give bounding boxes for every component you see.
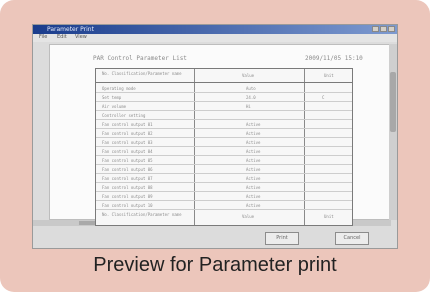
parameter-table: No. Classification/Parameter name Value …	[95, 68, 353, 226]
cell-name: Air volume	[102, 104, 127, 109]
cell-value: 24.0	[246, 95, 256, 100]
preview-card: Parameter Print File Edit View PAR Contr…	[0, 0, 430, 292]
cell-name: Fan control output 06	[102, 167, 153, 172]
header-divider	[96, 82, 352, 83]
row-divider	[96, 200, 352, 201]
button-bar: Print Cancel	[33, 226, 397, 248]
cell-value: Hi	[246, 104, 251, 109]
row-divider	[96, 110, 352, 111]
footer-unit: Unit	[324, 214, 334, 219]
footer-name: No. Classification/Parameter name	[102, 212, 182, 217]
cell-value: Active	[246, 194, 261, 199]
row-divider	[96, 155, 352, 156]
row-divider	[96, 164, 352, 165]
maximize-icon[interactable]	[380, 26, 387, 32]
cell-value: Active	[246, 176, 261, 181]
row-divider	[96, 209, 352, 210]
cell-value: Active	[246, 167, 261, 172]
row-divider	[96, 128, 352, 129]
menu-file[interactable]: File	[39, 35, 47, 40]
close-icon[interactable]	[388, 26, 395, 32]
minimize-icon[interactable]	[372, 26, 379, 32]
cell-value: Auto	[246, 86, 256, 91]
menu-bar: File Edit View	[33, 34, 397, 42]
cell-value: Active	[246, 185, 261, 190]
cell-value: Active	[246, 140, 261, 145]
cell-name: Fan control output 02	[102, 131, 153, 136]
header-name: No. Classification/Parameter name	[102, 71, 182, 76]
row-divider	[96, 137, 352, 138]
cell-name: Fan control output 01	[102, 122, 153, 127]
vertical-scroll-thumb[interactable]	[390, 72, 396, 132]
menu-edit[interactable]: Edit	[57, 35, 67, 40]
cell-name: Operating mode	[102, 86, 136, 91]
cell-name: Set temp	[102, 95, 122, 100]
vertical-scrollbar[interactable]	[389, 44, 397, 220]
cancel-button[interactable]: Cancel	[335, 232, 369, 245]
footer-value: Value	[242, 214, 255, 219]
title-bar: Parameter Print	[33, 25, 397, 34]
cell-value: Active	[246, 158, 261, 163]
row-divider	[96, 191, 352, 192]
cell-value: Active	[246, 131, 261, 136]
cell-name: Fan control output 07	[102, 176, 153, 181]
cell-name: Fan control output 05	[102, 158, 153, 163]
cell-value: Active	[246, 122, 261, 127]
cell-name: Fan control output 04	[102, 149, 153, 154]
cell-name: Fan control output 03	[102, 140, 153, 145]
cell-name: Fan control output 09	[102, 194, 153, 199]
caption-text: Preview for Parameter print	[93, 254, 337, 276]
window-title: Parameter Print	[47, 26, 94, 33]
header-unit: Unit	[324, 73, 334, 78]
row-divider	[96, 146, 352, 147]
print-button[interactable]: Print	[265, 232, 299, 245]
row-divider	[96, 92, 352, 93]
cell-name: Fan control output 10	[102, 203, 153, 208]
row-divider	[96, 101, 352, 102]
cell-unit: C	[322, 95, 325, 100]
menu-view[interactable]: View	[75, 35, 87, 40]
cell-name: Fan control output 08	[102, 185, 153, 190]
document-title: PAR Control Parameter List	[93, 55, 187, 62]
cell-value: Active	[246, 149, 261, 154]
cell-value: Active	[246, 203, 261, 208]
row-divider	[96, 173, 352, 174]
row-divider	[96, 182, 352, 183]
cell-name: Controller setting	[102, 113, 146, 118]
header-value: Value	[242, 73, 255, 78]
document-date: 2009/11/05 15:10	[305, 55, 363, 62]
print-preview-window: Parameter Print File Edit View PAR Contr…	[32, 24, 398, 249]
row-divider	[96, 119, 352, 120]
